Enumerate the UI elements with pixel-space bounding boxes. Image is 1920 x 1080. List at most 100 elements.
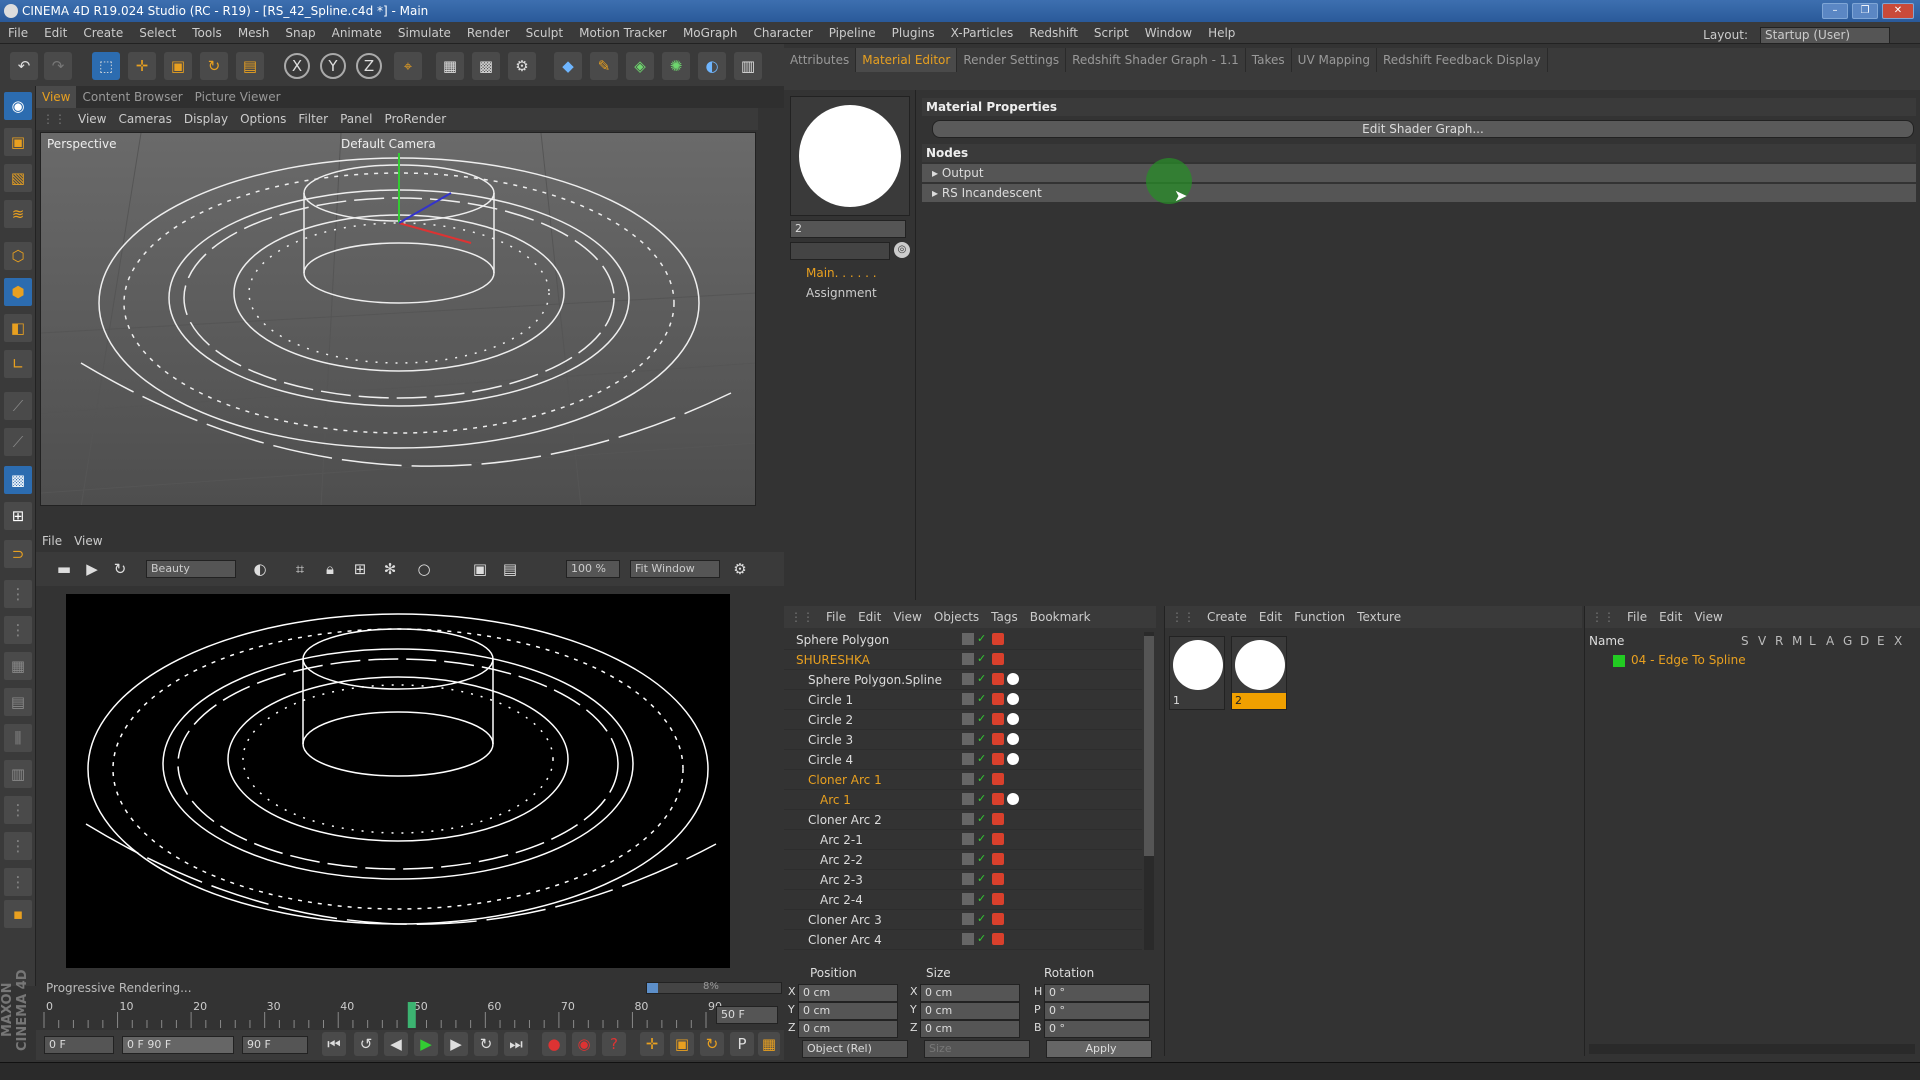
- apply-button[interactable]: Apply: [1046, 1040, 1152, 1058]
- om-menu-bookmark[interactable]: Bookmark: [1024, 606, 1097, 628]
- layer-swatch[interactable]: [962, 873, 974, 885]
- visibility-check-icon[interactable]: ✓: [977, 733, 989, 745]
- y-axis-lock-button[interactable]: Y: [320, 53, 346, 79]
- layer-column-v[interactable]: V: [1758, 634, 1775, 648]
- end-frame-field[interactable]: 90 F: [242, 1036, 308, 1054]
- prev-frame-icon[interactable]: ◀: [384, 1032, 408, 1056]
- image-icon[interactable]: ▣: [466, 555, 494, 583]
- object-row[interactable]: Cloner Arc 1 ✓: [784, 770, 1142, 790]
- floor-icon[interactable]: ▥: [734, 52, 762, 80]
- key-position-icon[interactable]: ✛: [640, 1032, 664, 1056]
- menu-edit[interactable]: Edit: [36, 22, 75, 44]
- object-list-scrollbar[interactable]: [1144, 632, 1154, 950]
- grid-tool-9-icon[interactable]: ⋮: [4, 868, 32, 896]
- tab-picture-viewer[interactable]: Picture Viewer: [189, 86, 287, 108]
- layer-swatch[interactable]: [962, 633, 974, 645]
- coords-mode-dropdown[interactable]: Object (Rel): [802, 1040, 908, 1058]
- position-field[interactable]: 0 cm: [798, 984, 898, 1002]
- refresh-icon[interactable]: ↻: [106, 555, 134, 583]
- layer-swatch[interactable]: [962, 653, 974, 665]
- material-dropdown[interactable]: [790, 242, 890, 260]
- key-param-icon[interactable]: P: [730, 1032, 754, 1056]
- redo-icon[interactable]: ↷: [44, 52, 72, 80]
- grid-tool-5-icon[interactable]: ⫼: [4, 724, 32, 752]
- tag-icon[interactable]: [992, 913, 1004, 925]
- polygons-mode-icon[interactable]: ◧: [4, 314, 32, 342]
- layout-dropdown[interactable]: Startup (User): [1760, 27, 1890, 44]
- object-row[interactable]: Arc 2-4 ✓: [784, 890, 1142, 910]
- position-field[interactable]: 0 cm: [798, 1020, 898, 1038]
- grid-tool-7-icon[interactable]: ⋮: [4, 796, 32, 824]
- size-field[interactable]: 0 cm: [920, 984, 1020, 1002]
- menu-animate[interactable]: Animate: [324, 22, 390, 44]
- circle-icon[interactable]: ○: [410, 555, 438, 583]
- vp-menu-filter[interactable]: Filter: [292, 108, 334, 130]
- tab-redshift-shader-graph[interactable]: Redshift Shader Graph - 1.1: [1066, 48, 1246, 72]
- paint-mode-icon[interactable]: ⟋: [4, 428, 32, 456]
- tab-uv-mapping[interactable]: UV Mapping: [1292, 48, 1377, 72]
- layer-scrollbar[interactable]: [1589, 1044, 1915, 1054]
- menu-sculpt[interactable]: Sculpt: [518, 22, 571, 44]
- layer-column-l[interactable]: L: [1809, 634, 1826, 648]
- cloner-icon[interactable]: ✺: [662, 52, 690, 80]
- snapshot-icon[interactable]: ◐: [246, 555, 274, 583]
- object-row[interactable]: Circle 2 ✓: [784, 710, 1142, 730]
- lm-menu-file[interactable]: File: [1621, 606, 1653, 628]
- menu-x-particles[interactable]: X-Particles: [943, 22, 1022, 44]
- coords-size-dropdown[interactable]: Size: [924, 1040, 1030, 1058]
- current-frame-field[interactable]: 50 F: [716, 1006, 778, 1024]
- object-row[interactable]: Sphere Polygon ✓: [784, 630, 1142, 650]
- tag-icon[interactable]: [992, 933, 1004, 945]
- node-output[interactable]: ▸ Output: [922, 164, 1916, 182]
- next-frame-icon[interactable]: ▶: [444, 1032, 468, 1056]
- pv-menu-view[interactable]: View: [68, 530, 108, 552]
- tab-view[interactable]: View: [36, 86, 77, 108]
- material-tag-icon[interactable]: [1007, 673, 1019, 685]
- menu-file[interactable]: File: [0, 22, 36, 44]
- menu-window[interactable]: Window: [1137, 22, 1200, 44]
- frame-range-slider[interactable]: 0 F 90 F: [122, 1036, 234, 1054]
- undo-icon[interactable]: ↶: [10, 52, 38, 80]
- menu-render[interactable]: Render: [459, 22, 518, 44]
- magnet-icon[interactable]: ⊃: [4, 540, 32, 568]
- layer-swatch[interactable]: [962, 693, 974, 705]
- material-tag-icon[interactable]: [1007, 753, 1019, 765]
- layer-color-swatch[interactable]: [1613, 655, 1625, 667]
- keyframe-selection-icon[interactable]: ?: [602, 1032, 626, 1056]
- settings-gear-icon[interactable]: ⚙: [726, 555, 754, 583]
- model-mode-icon[interactable]: ▣: [4, 128, 32, 156]
- tag-icon[interactable]: [992, 693, 1004, 705]
- menu-script[interactable]: Script: [1086, 22, 1137, 44]
- layer-column-s[interactable]: S: [1741, 634, 1758, 648]
- move-tool-icon[interactable]: ✛: [128, 52, 156, 80]
- edges-mode-icon[interactable]: ⬢: [4, 278, 32, 306]
- material-swatch-2[interactable]: 2: [1231, 636, 1287, 710]
- recent-tool-icon[interactable]: ▤: [236, 52, 264, 80]
- select-tool-icon[interactable]: ⬚: [92, 52, 120, 80]
- object-row[interactable]: Arc 2-1 ✓: [784, 830, 1142, 850]
- size-field[interactable]: 0 cm: [920, 1020, 1020, 1038]
- edit-render-settings-icon[interactable]: ⚙: [508, 52, 536, 80]
- vp-menu-cameras[interactable]: Cameras: [112, 108, 177, 130]
- autokey-icon[interactable]: ◉: [572, 1032, 596, 1056]
- mm-menu-texture[interactable]: Texture: [1351, 606, 1407, 628]
- mm-menu-create[interactable]: Create: [1201, 606, 1253, 628]
- render-picture-viewer-icon[interactable]: ▩: [472, 52, 500, 80]
- close-button[interactable]: ✕: [1882, 3, 1914, 19]
- snowflake-icon[interactable]: ✻: [376, 555, 404, 583]
- deformer-icon[interactable]: ◐: [698, 52, 726, 80]
- menu-simulate[interactable]: Simulate: [390, 22, 459, 44]
- menu-mesh[interactable]: Mesh: [230, 22, 278, 44]
- vp-menu-display[interactable]: Display: [178, 108, 234, 130]
- menu-help[interactable]: Help: [1200, 22, 1243, 44]
- grid-tool-3-icon[interactable]: ▦: [4, 652, 32, 680]
- grid-tool-2-icon[interactable]: ⋮: [4, 616, 32, 644]
- vp-menu-prorender[interactable]: ProRender: [378, 108, 452, 130]
- tag-icon[interactable]: [992, 813, 1004, 825]
- size-field[interactable]: 0 cm: [920, 1002, 1020, 1020]
- visibility-check-icon[interactable]: ✓: [977, 633, 989, 645]
- grid-tool-4-icon[interactable]: ▤: [4, 688, 32, 716]
- material-preview[interactable]: [790, 96, 910, 216]
- visibility-check-icon[interactable]: ✓: [977, 933, 989, 945]
- pen-spline-icon[interactable]: ✎: [590, 52, 618, 80]
